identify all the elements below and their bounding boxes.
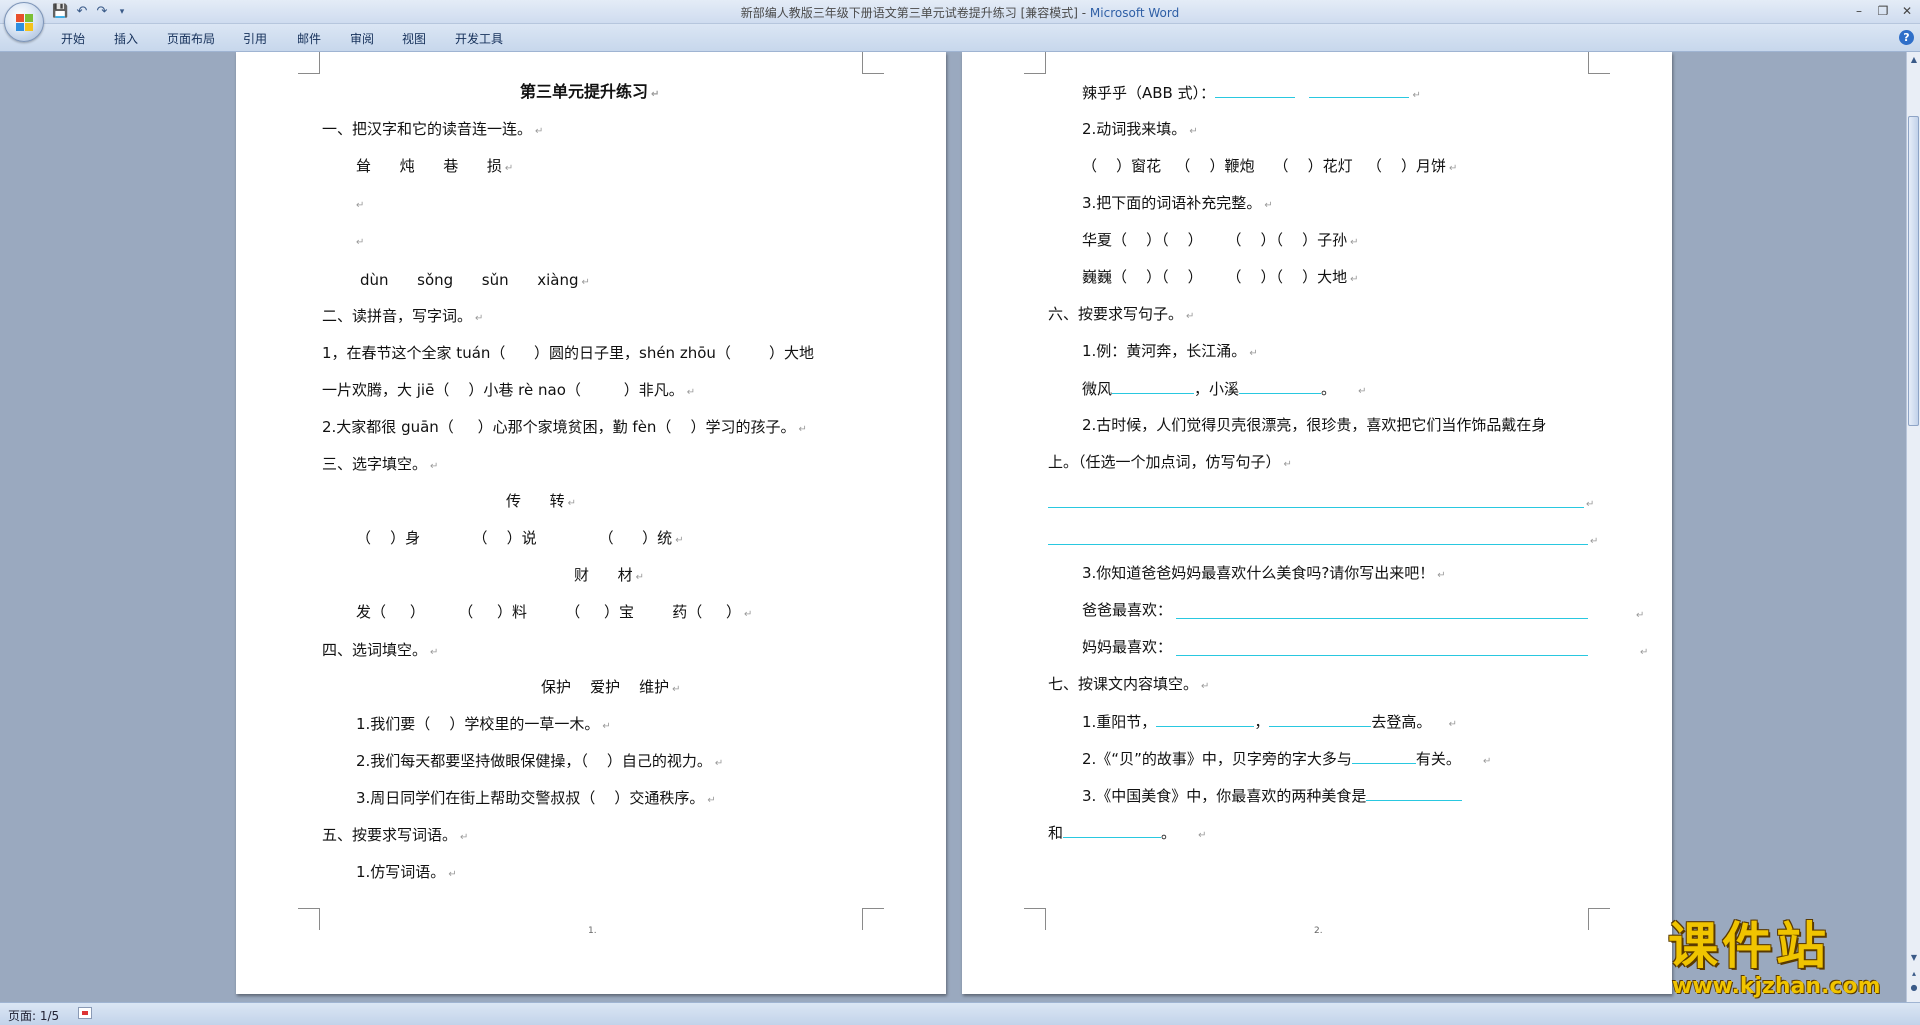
text-line: 3.把下面的词语补充完整。 ↵ <box>1082 194 1273 212</box>
section-heading: 七、按课文内容填空。 ↵ <box>1048 675 1210 693</box>
page-title: 第三单元提升练习 ↵ <box>520 82 660 101</box>
text-line: 2.古时候，人们觉得贝壳很漂亮，很珍贵，喜欢把它们当作饰品戴在身 <box>1082 416 1547 434</box>
text-line: 辣乎乎（ABB 式）： ↵ <box>1082 84 1421 102</box>
tab-page-layout[interactable]: 页面布局 <box>167 30 215 47</box>
tab-view[interactable]: 视图 <box>402 30 426 47</box>
vertical-scrollbar[interactable]: ▲ ▼ ▴ ● <box>1906 52 1920 1002</box>
text-line: 巍巍（ ）（ ） （ ）（ ）大地 ↵ <box>1082 268 1359 286</box>
page-number: 2. <box>1314 926 1323 936</box>
text-line: 一片欢腾，大 jiē（ ）小巷 rè nao（ ）非凡。 ↵ <box>322 381 696 399</box>
text-line: 传 转 ↵ <box>506 492 576 510</box>
margin-corner <box>1588 908 1610 930</box>
section-heading: 三、选字填空。 ↵ <box>322 455 439 473</box>
margin-corner <box>1024 908 1046 930</box>
paragraph-mark: ↵ <box>1590 536 1599 547</box>
document-title: 新部编人教版三年级下册语文第三单元试卷提升练习 [兼容模式] - <box>740 6 1090 20</box>
title-bar: 💾 ↶ ↷ ▾ 新部编人教版三年级下册语文第三单元试卷提升练习 [兼容模式] -… <box>0 0 1920 24</box>
text-line: 妈妈最喜欢： <box>1082 638 1173 656</box>
help-icon[interactable]: ? <box>1899 30 1914 45</box>
text-line: 2.我们每天都要坚持做眼保健操，（ ）自己的视力。 ↵ <box>356 752 724 770</box>
status-page-count[interactable]: 页面: 1/5 <box>8 1007 59 1024</box>
text-line: 保护 爱护 维护 ↵ <box>541 678 681 696</box>
margin-corner <box>1024 52 1046 74</box>
answer-line[interactable] <box>1176 655 1588 656</box>
document-area[interactable]: 第三单元提升练习 ↵ 一、把汉字和它的读音连一连。 ↵ 耸 炖 巷 损 ↵ ↵ ↵ d… <box>0 52 1906 1002</box>
text-line: 1，在春节这个全家 tuán（ ）圆的日子里，shén zhōu（ ）大地 <box>322 344 815 362</box>
margin-corner <box>862 52 884 74</box>
text-line: 耸 炖 巷 损 ↵ <box>356 157 514 175</box>
text-line: 1.例：黄河奔，长江涌。 ↵ <box>1082 342 1258 360</box>
margin-corner <box>862 908 884 930</box>
section-heading: 五、按要求写词语。 ↵ <box>322 826 469 844</box>
paragraph-mark: ↵ <box>1636 610 1645 621</box>
text-line: 2.动词我来填。 ↵ <box>1082 120 1198 138</box>
scroll-thumb[interactable] <box>1908 116 1919 426</box>
window-title: 新部编人教版三年级下册语文第三单元试卷提升练习 [兼容模式] - Microso… <box>0 4 1920 21</box>
tab-home[interactable]: 开始 <box>61 30 85 47</box>
status-bar: 页面: 1/5 <box>0 1002 1920 1025</box>
margin-corner <box>298 908 320 930</box>
text-line: 1.我们要（ ）学校里的一草一木。 ↵ <box>356 715 611 733</box>
paragraph-mark: ↵ <box>1640 647 1649 658</box>
office-logo-icon <box>16 14 34 32</box>
section-heading: 四、选词填空。 ↵ <box>322 641 439 659</box>
proofing-icon[interactable] <box>78 1007 92 1019</box>
text-line: 3.周日同学们在街上帮助交警叔叔（ ）交通秩序。 ↵ <box>356 789 716 807</box>
text-line: 微风 ，小溪。 ↵ <box>1082 380 1367 398</box>
text-line: 1.重阳节，，去登高。 ↵ <box>1082 713 1458 731</box>
app-name: Microsoft Word <box>1089 6 1180 20</box>
watermark: 课件站 www.kjzhan.com <box>1668 918 1920 1002</box>
watermark-title: 课件站 <box>1668 917 1830 975</box>
text-line: 3.你知道爸爸妈妈最喜欢什么美食吗?请你写出来吧！ ↵ <box>1082 564 1446 582</box>
text-line: 华夏（ ）（ ） （ ）（ ）子孙 ↵ <box>1082 231 1359 249</box>
maximize-icon[interactable]: ❐ <box>1872 2 1894 20</box>
text-line: 上。（任选一个加点词，仿写句子） ↵ <box>1048 453 1292 471</box>
text-line: 2.大家都很 guān（ ）心那个家境贫困，勤 fèn（ ）学习的孩子。 ↵ <box>322 418 807 436</box>
section-heading: 六、按要求写句子。 ↵ <box>1048 305 1195 323</box>
text-line: 和。 ↵ <box>1048 824 1207 842</box>
text-line: （ ）窗花 （ ）鞭炮 （ ）花灯 （ ）月饼 ↵ <box>1082 157 1458 175</box>
text-line: （ ）身 （ ）说 （ ）统 ↵ <box>356 529 684 547</box>
page-2[interactable]: 辣乎乎（ABB 式）： ↵ 2.动词我来填。 ↵ （ ）窗花 （ ）鞭炮 （ ）花… <box>962 52 1672 994</box>
page-number: 1. <box>588 926 597 936</box>
section-heading: 二、读拼音，写字词。 ↵ <box>322 307 484 325</box>
answer-line[interactable] <box>1048 507 1584 508</box>
tab-insert[interactable]: 插入 <box>114 30 138 47</box>
close-icon[interactable]: ✕ <box>1896 2 1918 20</box>
margin-corner <box>1588 52 1610 74</box>
paragraph-mark: ↵ <box>356 237 365 248</box>
text-line: 3.《中国美食》中，你最喜欢的两种美食是 <box>1082 785 1463 806</box>
text-line: 爸爸最喜欢： <box>1082 601 1173 619</box>
paragraph-mark: ↵ <box>1586 499 1595 510</box>
answer-line[interactable] <box>1048 544 1588 545</box>
text-line: dùn sǒng sǔn xiàng ↵ <box>360 271 590 289</box>
scroll-up-icon[interactable]: ▲ <box>1908 54 1920 66</box>
text-line: 2.《“贝”的故事》中，贝字旁的字大多与 有关。 ↵ <box>1082 750 1492 768</box>
section-heading: 一、把汉字和它的读音连一连。 ↵ <box>322 120 544 138</box>
paragraph-mark: ↵ <box>356 200 365 211</box>
tab-developer[interactable]: 开发工具 <box>455 30 503 47</box>
watermark-url: www.kjzhan.com <box>1672 974 1881 999</box>
tab-mailings[interactable]: 邮件 <box>297 30 321 47</box>
text-line: 1.仿写词语。 ↵ <box>356 863 457 881</box>
minimize-icon[interactable]: – <box>1848 2 1870 20</box>
ribbon-tabs: 开始 插入 页面布局 引用 邮件 审阅 视图 开发工具 ? <box>0 24 1920 52</box>
office-button[interactable] <box>4 2 44 42</box>
text-line: 财 材 ↵ <box>574 566 644 584</box>
margin-corner <box>298 52 320 74</box>
answer-line[interactable] <box>1176 618 1588 619</box>
tab-review[interactable]: 审阅 <box>350 30 374 47</box>
tab-references[interactable]: 引用 <box>243 30 267 47</box>
page-1[interactable]: 第三单元提升练习 ↵ 一、把汉字和它的读音连一连。 ↵ 耸 炖 巷 损 ↵ ↵ ↵ d… <box>236 52 946 994</box>
text-line: 发（ ） （ ）料 （ ）宝 药（ ） ↵ <box>356 603 753 621</box>
